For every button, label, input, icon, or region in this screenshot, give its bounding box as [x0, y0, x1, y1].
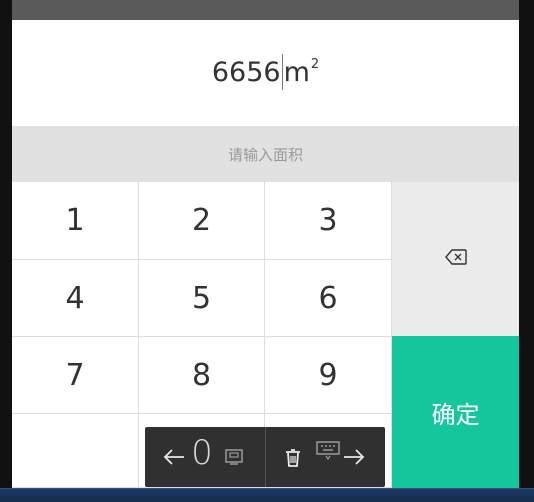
- unit-text: m: [283, 57, 310, 88]
- backspace-icon: [444, 249, 467, 269]
- key-4[interactable]: 4: [12, 260, 139, 337]
- key-7[interactable]: 7: [12, 337, 139, 414]
- key-9[interactable]: 9: [265, 337, 392, 414]
- key-blank: [12, 414, 139, 488]
- input-value: 6656: [211, 57, 281, 88]
- taskbar: [0, 488, 534, 502]
- key-5[interactable]: 5: [139, 260, 265, 337]
- key-2[interactable]: 2: [139, 182, 265, 260]
- top-bar: [12, 0, 519, 20]
- screen-icon[interactable]: [223, 447, 245, 467]
- key-6[interactable]: 6: [265, 260, 392, 337]
- unit-label: m 2: [284, 57, 320, 88]
- keyboard-icon[interactable]: [315, 439, 341, 461]
- input-hint: 请输入面积: [12, 126, 519, 182]
- key-8[interactable]: 8: [139, 337, 265, 414]
- unit-superscript: 2: [310, 57, 320, 72]
- confirm-button[interactable]: 确定: [392, 336, 519, 488]
- key-0-label[interactable]: 0: [189, 433, 215, 473]
- trash-icon[interactable]: [283, 447, 303, 469]
- left-frame: [0, 0, 12, 501]
- toolbar-divider: [265, 427, 266, 487]
- numeric-input-dialog: 6656 m 2 请输入面积 1 2 3 4 5 6 7 8 9 确定: [12, 20, 519, 488]
- value-display[interactable]: 6656 m 2: [12, 20, 519, 126]
- arrow-right-icon[interactable]: [341, 443, 367, 471]
- key-1[interactable]: 1: [12, 182, 139, 260]
- key-3[interactable]: 3: [265, 182, 392, 260]
- arrow-left-icon[interactable]: [161, 443, 187, 471]
- right-frame: [519, 0, 534, 501]
- text-cursor: [281, 54, 283, 90]
- backspace-button[interactable]: [392, 182, 519, 336]
- edit-toolbar: 0: [145, 427, 385, 487]
